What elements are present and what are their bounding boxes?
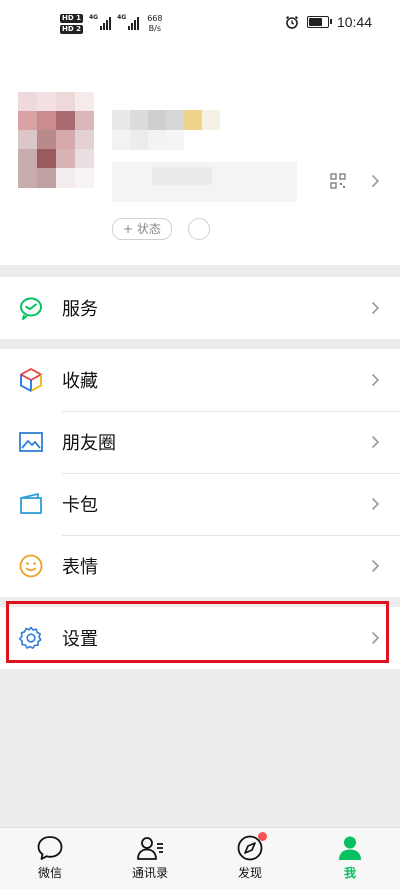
card-wallet-icon	[20, 493, 42, 514]
menu-item-label: 服务	[62, 299, 98, 320]
profile-chevron-right-icon[interactable]	[371, 174, 380, 188]
status-indicators: HD 1 HD 2 4G 4G 668 B/s	[60, 14, 162, 34]
tab-label: 微信	[37, 866, 62, 880]
tab-contacts[interactable]: 通讯录	[105, 834, 195, 881]
tab-discover[interactable]: 发现	[205, 832, 295, 881]
menu-item-service[interactable]: 服务	[0, 277, 400, 339]
status-bar: HD 1 HD 2 4G 4G 668 B/s 10:44	[0, 0, 400, 50]
service-icon	[20, 297, 42, 320]
avatar[interactable]	[18, 92, 94, 188]
menu-item-label: 朋友圈	[62, 433, 116, 454]
signal-icon-1: 4G	[89, 14, 112, 30]
alarm-clock-icon	[285, 15, 299, 29]
friend-status-button[interactable]	[188, 218, 210, 240]
menu-item-moments[interactable]: 朋友圈	[0, 411, 400, 473]
settings-group: 设置	[0, 607, 400, 669]
tab-chats[interactable]: 微信	[5, 834, 95, 881]
gear-icon	[19, 626, 42, 649]
menu-item-settings[interactable]: 设置	[0, 607, 400, 669]
menu-item-label: 表情	[62, 557, 98, 578]
network-speed: 668 B/s	[147, 14, 163, 33]
status-button[interactable]: + 状态	[112, 218, 172, 240]
hd-badge-1: HD 1	[60, 14, 83, 23]
menu-item-cards[interactable]: 卡包	[0, 473, 400, 535]
favorites-cube-icon	[20, 368, 42, 392]
nickname	[112, 110, 222, 170]
chat-bubble-icon	[37, 836, 63, 860]
profile-header[interactable]: + 状态	[0, 50, 400, 265]
menu-item-stickers[interactable]: 表情	[0, 535, 400, 597]
hd-badge-2: HD 2	[60, 25, 83, 34]
wechat-id	[112, 162, 297, 202]
menu-item-label: 收藏	[62, 371, 98, 392]
tab-label: 我	[343, 866, 356, 880]
chevron-right-icon	[371, 301, 380, 315]
main-menu-group: 收藏 朋友圈 卡包 表情	[0, 349, 400, 597]
tab-label: 发现	[237, 866, 262, 880]
notification-dot	[258, 832, 267, 841]
chevron-right-icon	[371, 497, 380, 511]
clock-time: 10:44	[336, 14, 372, 30]
chevron-right-icon	[371, 559, 380, 573]
qr-code-icon[interactable]	[330, 173, 346, 189]
service-group: 服务	[0, 277, 400, 339]
menu-item-label: 设置	[62, 629, 98, 650]
smiley-icon	[19, 554, 43, 578]
chevron-right-icon	[371, 435, 380, 449]
chevron-right-icon	[371, 373, 380, 387]
menu-item-favorites[interactable]: 收藏	[0, 349, 400, 411]
contacts-person-icon	[137, 837, 163, 860]
chevron-right-icon	[371, 631, 380, 645]
tab-label: 通讯录	[131, 866, 168, 880]
tab-me[interactable]: 我	[305, 834, 395, 881]
bottom-tab-bar: 微信 通讯录 发现 我	[0, 827, 400, 889]
menu-item-label: 卡包	[62, 495, 98, 516]
battery-icon	[306, 16, 332, 28]
signal-icon-2: 4G	[117, 14, 140, 30]
me-person-icon	[339, 836, 361, 860]
moments-photo-icon	[19, 432, 43, 452]
